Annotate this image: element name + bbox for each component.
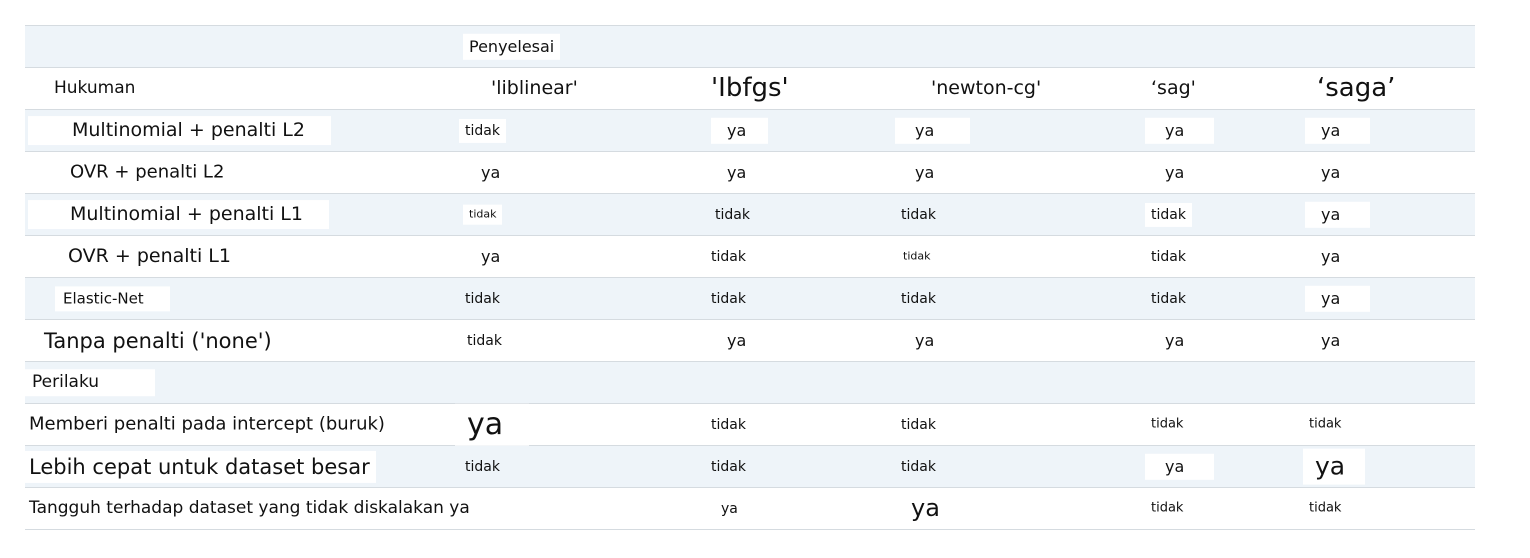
value-newton-cg: ya — [895, 117, 971, 144]
value-sag: ya — [1145, 327, 1215, 354]
value-liblinear: ya — [455, 403, 530, 446]
value-lbfgs: tidak — [715, 206, 750, 223]
table-row: Memberi penalti pada intercept (buruk) y… — [25, 403, 1475, 446]
value-liblinear: ya — [465, 243, 537, 270]
value-saga: ya — [1305, 201, 1371, 228]
value-lbfgs: tidak — [711, 416, 746, 433]
value-newton-cg: ya — [897, 490, 968, 527]
solver-header-saga: ‘saga’ — [1311, 69, 1412, 108]
row-label: Lebih cepat untuk dataset besar — [25, 450, 376, 483]
solver-header-liblinear: 'liblinear' — [467, 73, 604, 104]
value-saga: tidak — [1309, 500, 1342, 516]
value-lbfgs: ya — [711, 496, 764, 521]
value-saga: ya — [1305, 159, 1371, 186]
row-label: OVR + penalti L2 — [53, 158, 255, 187]
value-newton-cg: ya — [895, 159, 971, 186]
value-lbfgs: tidak — [711, 248, 746, 265]
table-row: OVR + penalti L2 ya ya ya ya ya — [25, 152, 1475, 194]
value-liblinear: tidak — [463, 204, 503, 225]
value-sag: tidak — [1151, 248, 1186, 265]
value-newton-cg: ya — [895, 327, 971, 354]
table-row: Multinomial + penalti L2 tidak ya ya ya … — [25, 110, 1475, 152]
value-sag: ya — [1145, 117, 1215, 144]
row-label: Tanpa penalti ('none') — [31, 324, 286, 357]
value-saga: ya — [1305, 327, 1371, 354]
solver-header-sag: ‘sag' — [1145, 73, 1214, 104]
value-saga: ya — [1305, 285, 1371, 312]
row-label: Elastic-Net — [55, 285, 170, 312]
value-liblinear: tidak — [459, 118, 506, 143]
table-row: Lebih cepat untuk dataset besar tidak ti… — [25, 446, 1475, 488]
value-sag: tidak — [1151, 500, 1184, 516]
solver-comparison-table: Penyelesai Hukuman 'liblinear' 'Ibfgs' '… — [25, 25, 1475, 530]
value-lbfgs: tidak — [711, 458, 746, 475]
value-newton-cg: tidak — [903, 249, 931, 263]
table-row: OVR + penalti L1 ya tidak tidak tidak ya — [25, 236, 1475, 278]
value-saga: tidak — [1309, 416, 1342, 432]
row-label: Multinomial + penalti L1 — [28, 199, 329, 230]
value-lbfgs: ya — [711, 159, 769, 186]
value-sag: ya — [1145, 159, 1215, 186]
table-row: Tangguh terhadap dataset yang tidak disk… — [25, 488, 1475, 530]
value-saga: ya — [1305, 117, 1371, 144]
row-label: Memberi penalti pada intercept (buruk) — [29, 413, 385, 435]
solver-group-label: Penyelesai — [463, 33, 561, 60]
row-label: OVR + penalti L1 — [30, 241, 265, 272]
solver-group-row: Penyelesai — [25, 26, 1475, 68]
solver-header-lbfgs: 'Ibfgs' — [705, 69, 805, 108]
table-row: Tanpa penalti ('none') tidak ya ya ya ya — [25, 320, 1475, 362]
behavior-section-row: Perilaku — [25, 362, 1475, 404]
value-liblinear: tidak — [465, 290, 500, 307]
table-row: Elastic-Net tidak tidak tidak tidak ya — [25, 278, 1475, 320]
row-label: Multinomial + penalti L2 — [28, 115, 331, 146]
value-sag: tidak — [1151, 416, 1184, 432]
value-saga: ya — [1305, 243, 1371, 270]
header-row: Hukuman 'liblinear' 'Ibfgs' 'newton-cg' … — [25, 68, 1475, 110]
value-saga: ya — [1303, 448, 1366, 485]
value-liblinear: ya — [465, 159, 537, 186]
value-lbfgs: ya — [711, 327, 769, 354]
value-liblinear: tidak — [465, 458, 500, 475]
value-newton-cg: tidak — [901, 206, 936, 223]
value-lbfgs: ya — [711, 117, 769, 144]
value-newton-cg: tidak — [901, 458, 936, 475]
value-liblinear — [465, 505, 477, 513]
value-sag: ya — [1145, 453, 1215, 480]
value-newton-cg: tidak — [901, 416, 936, 433]
table-row: Multinomial + penalti L1 tidak tidak tid… — [25, 194, 1475, 236]
value-sag: tidak — [1151, 290, 1186, 307]
value-newton-cg: tidak — [901, 290, 936, 307]
behavior-label: Perilaku — [25, 368, 156, 397]
penalty-header: Hukuman — [30, 74, 162, 103]
row-label: Tangguh terhadap dataset yang tidak disk… — [29, 497, 470, 518]
value-sag: tidak — [1145, 202, 1192, 227]
solver-header-newton-cg: 'newton-cg' — [903, 73, 1070, 104]
value-lbfgs: tidak — [711, 290, 746, 307]
value-liblinear: tidak — [461, 328, 508, 353]
